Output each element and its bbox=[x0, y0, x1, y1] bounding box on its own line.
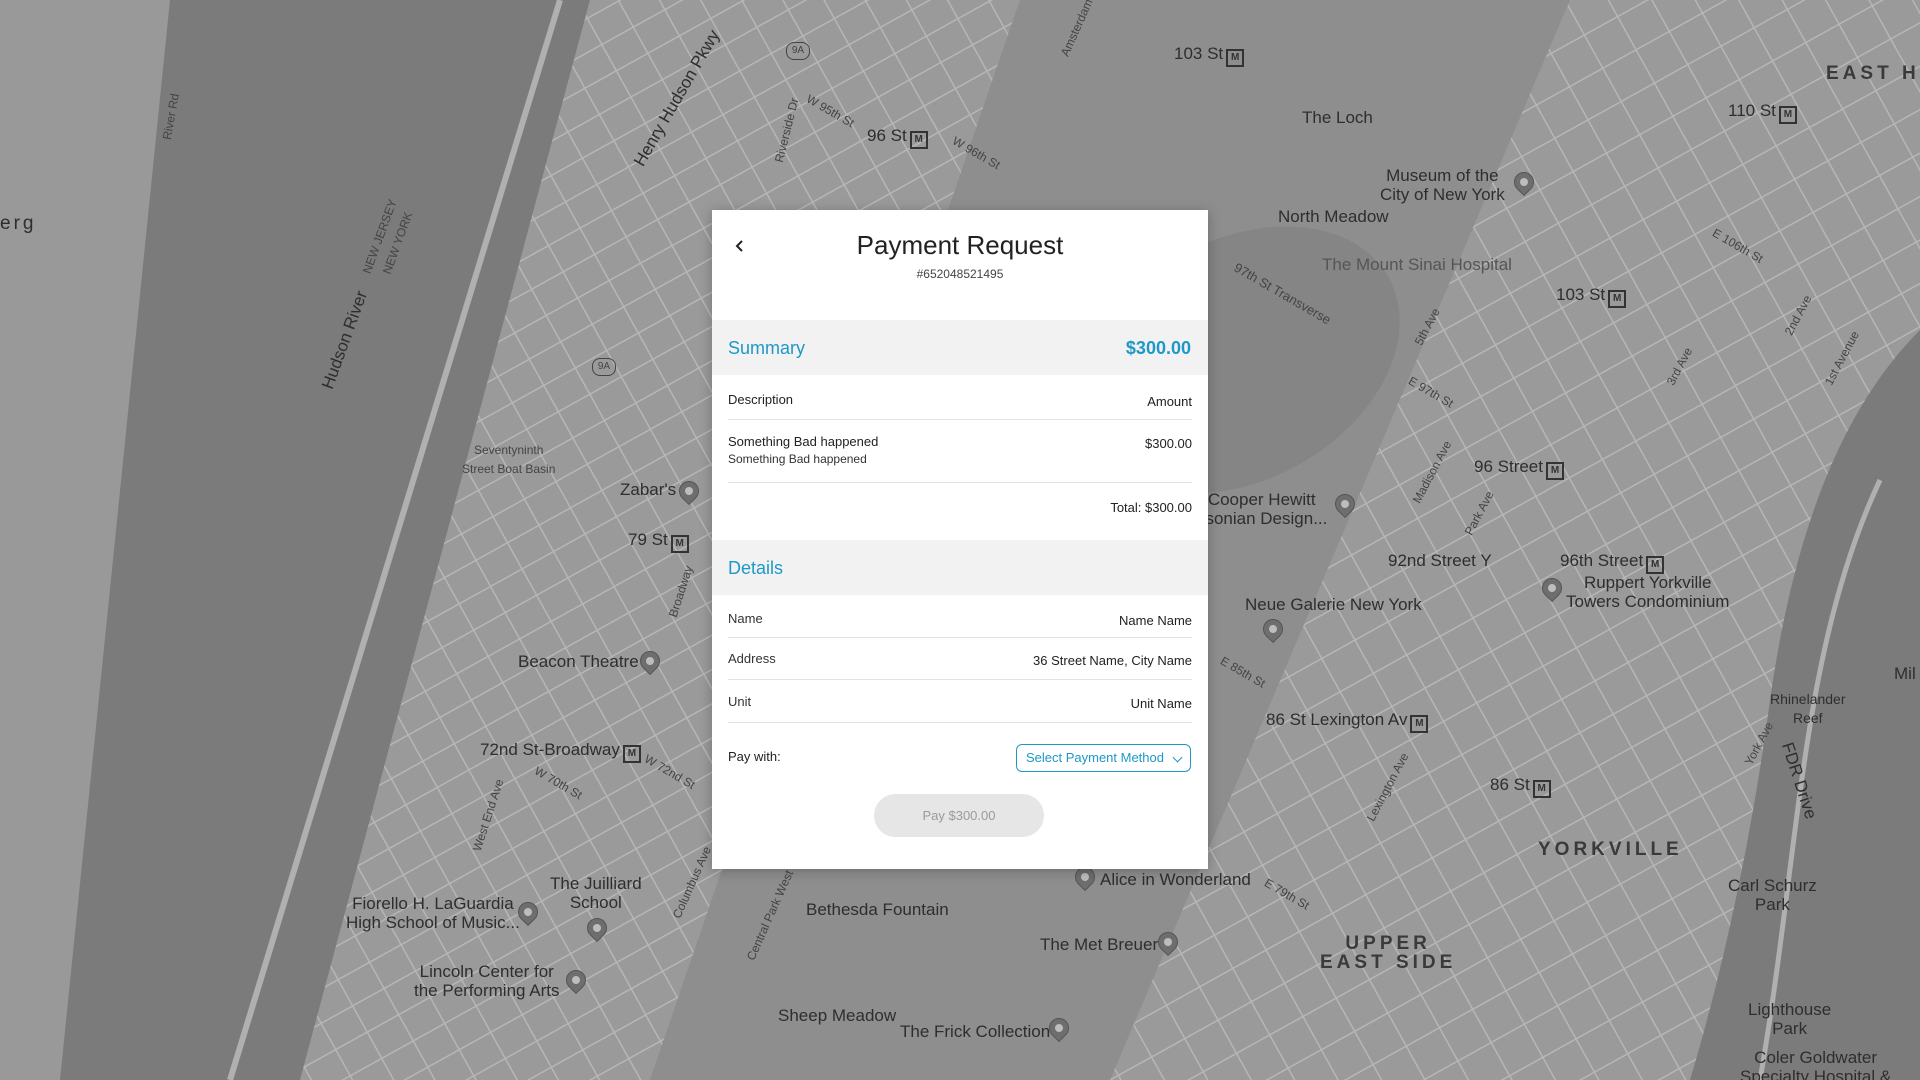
map-label-juilliard: The Juilliard School bbox=[550, 874, 642, 912]
detail-name-value: Name Name bbox=[1119, 613, 1192, 628]
divider bbox=[728, 679, 1192, 680]
payment-request-modal: Payment Request #652048521495 Summary $3… bbox=[712, 210, 1208, 869]
map-label-laguardia: Fiorello H. LaGuardia High School of Mus… bbox=[346, 894, 520, 932]
metro-icon: M bbox=[670, 535, 689, 553]
map-label-neue: Neue Galerie New York bbox=[1245, 595, 1422, 614]
map-label-north-meadow: North Meadow bbox=[1278, 207, 1389, 226]
pay-button[interactable]: Pay $300.00 bbox=[874, 794, 1044, 837]
divider bbox=[728, 722, 1192, 723]
line-item-amount: $300.00 bbox=[1145, 436, 1192, 451]
map-label-rhinelander: Rhinelander Reef bbox=[1770, 691, 1846, 726]
line-item-title: Something Bad happened bbox=[728, 434, 879, 449]
map-label-east-harlem: EAST H bbox=[1826, 63, 1920, 84]
divider bbox=[728, 419, 1192, 420]
map-label-bethesda: Bethesda Fountain bbox=[806, 900, 949, 919]
detail-address-value: 36 Street Name, City Name bbox=[1033, 653, 1192, 668]
map-label-sheep: Sheep Meadow bbox=[778, 1006, 897, 1025]
map-label-86-lex: 86 St Lexington Av M bbox=[1266, 710, 1429, 733]
summary-amount: $300.00 bbox=[1125, 338, 1191, 358]
divider bbox=[728, 637, 1192, 638]
metro-icon: M bbox=[622, 745, 641, 763]
col-description-header: Description bbox=[728, 392, 794, 407]
map-label-96th-street: 96th Street M bbox=[1560, 551, 1665, 574]
metro-icon: M bbox=[1608, 290, 1627, 308]
total-amount: Total: $300.00 bbox=[1110, 500, 1192, 515]
map-label-carl-schurz: Carl Schurz Park bbox=[1728, 876, 1817, 914]
map-label-loch: The Loch bbox=[1302, 108, 1373, 127]
map-label-9a-mid: 9A bbox=[592, 358, 616, 376]
map-label-mount-sinai: The Mount Sinai Hospital bbox=[1322, 255, 1512, 274]
map-label-lighthouse: Lighthouse Park bbox=[1748, 1000, 1832, 1038]
map-label-103st-west: 103 St M bbox=[1174, 44, 1245, 67]
map-label-boat-basin: Seventyninth Street Boat Basin bbox=[462, 443, 556, 476]
map-label-ruppert: Ruppert Yorkville Towers Condominium bbox=[1566, 573, 1730, 611]
metro-icon: M bbox=[1546, 462, 1564, 480]
map-label-9a-top: 9A bbox=[786, 42, 810, 60]
map-label-96st-west: 96 St M bbox=[867, 126, 928, 149]
map-label-92st: 92nd Street Y bbox=[1388, 551, 1492, 570]
details-label: Details bbox=[728, 558, 784, 578]
pay-with-label: Pay with: bbox=[728, 749, 781, 764]
map-label-museum: Museum of the City of New York bbox=[1380, 166, 1505, 204]
metro-icon: M bbox=[1226, 49, 1245, 67]
detail-unit-value: Unit Name bbox=[1130, 696, 1192, 711]
map-label-met-breuer: The Met Breuer bbox=[1040, 935, 1159, 954]
detail-unit-label: Unit bbox=[728, 694, 752, 709]
map-label-110st: 110 St M bbox=[1728, 101, 1797, 124]
map-label-coler: Coler Goldwater Specialty Hospital & bbox=[1740, 1048, 1892, 1080]
map-label-beacon: Beacon Theatre bbox=[518, 652, 639, 671]
map-label-upper-east: UPPER EAST SIDE bbox=[1320, 933, 1457, 973]
summary-label: Summary bbox=[728, 338, 806, 358]
map-label-erg: erg bbox=[0, 213, 37, 234]
metro-icon: M bbox=[1410, 715, 1429, 733]
payment-method-select[interactable]: Select Payment Method bbox=[1015, 744, 1191, 772]
metro-icon: M bbox=[1532, 780, 1551, 798]
metro-icon: M bbox=[909, 131, 928, 149]
map-label-cooper: Cooper Hewitt hsonian Design... bbox=[1196, 490, 1328, 528]
metro-icon: M bbox=[1778, 106, 1797, 124]
map-label-86st: 86 St M bbox=[1490, 775, 1551, 798]
detail-name-label: Name bbox=[728, 611, 763, 626]
detail-address-label: Address bbox=[728, 651, 776, 666]
map-label-yorkville: YORKVILLE bbox=[1538, 839, 1683, 860]
summary-header: Summary $300.00 bbox=[712, 320, 1208, 375]
map-label-alice: Alice in Wonderland bbox=[1100, 870, 1251, 889]
details-header: Details bbox=[712, 540, 1208, 595]
divider bbox=[728, 482, 1192, 483]
map-label-lincoln: Lincoln Center for the Performing Arts bbox=[414, 962, 560, 1000]
request-id: #652048521495 bbox=[916, 267, 1004, 281]
line-item-subtitle: Something Bad happened bbox=[728, 452, 867, 466]
chevron-down-icon bbox=[1172, 752, 1183, 763]
metro-icon: M bbox=[1646, 556, 1665, 574]
map-label-96street: 96 Street M bbox=[1474, 457, 1564, 480]
map-label-103st-east: 103 St M bbox=[1556, 285, 1627, 308]
map-label-zabars: Zabar's bbox=[620, 480, 677, 499]
map-label-72st: 72nd St-Broadway M bbox=[480, 740, 641, 763]
col-amount-header: Amount bbox=[1147, 394, 1192, 409]
map-label-mil: Mil bbox=[1894, 664, 1916, 683]
payment-method-select-label: Select Payment Method bbox=[1025, 750, 1164, 765]
map-label-79st: 79 St M bbox=[628, 530, 689, 553]
map-label-frick: The Frick Collection bbox=[900, 1022, 1051, 1041]
page-title: Payment Request bbox=[856, 230, 1064, 260]
